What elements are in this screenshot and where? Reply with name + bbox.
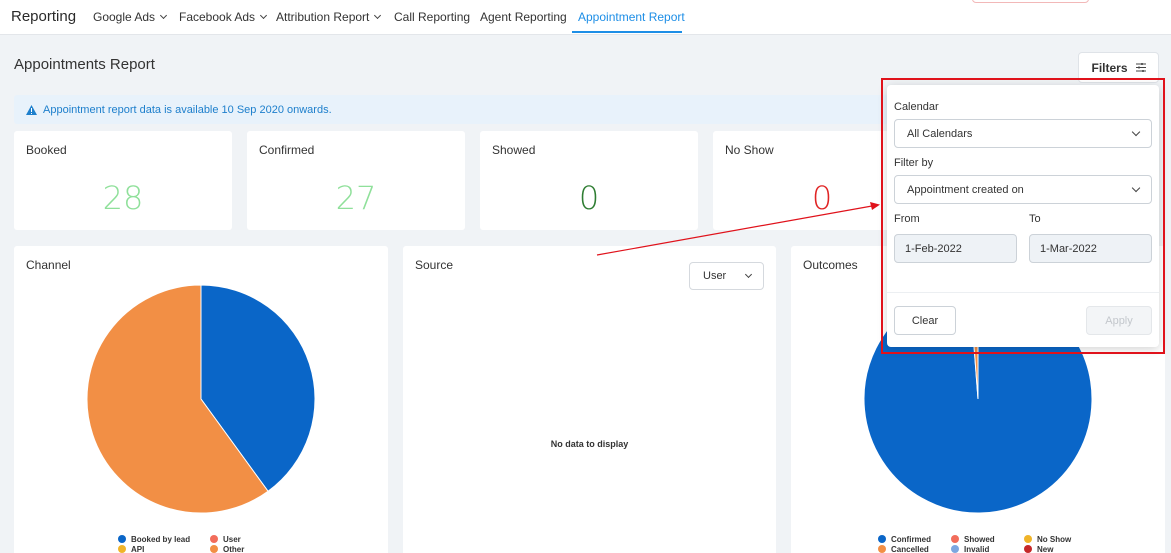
nav-label: Agent Reporting xyxy=(480,10,567,24)
stat-label: Booked xyxy=(26,143,67,157)
legend-label: Invalid xyxy=(964,545,990,553)
nav-label: Call Reporting xyxy=(394,10,471,24)
select-value: User xyxy=(703,270,727,282)
chevron-down-icon xyxy=(1131,183,1141,193)
legend-label: Cancelled xyxy=(891,545,929,553)
filters-label: Filters xyxy=(1091,60,1128,75)
legend-item[interactable]: API xyxy=(118,545,144,553)
top-right-button[interactable] xyxy=(972,0,1089,3)
info-notice: Appointment report data is available 10 … xyxy=(14,95,914,124)
stat-card-booked: Booked 28 xyxy=(14,131,232,230)
nav-label: Attribution Report xyxy=(276,10,370,24)
legend-swatch xyxy=(951,545,959,553)
legend-swatch xyxy=(1024,535,1032,543)
nav-call-reporting[interactable]: Call Reporting xyxy=(394,10,470,24)
filter-by-select[interactable]: Appointment created on xyxy=(894,175,1152,204)
legend-swatch xyxy=(878,545,886,553)
legend-swatch xyxy=(118,545,126,553)
chevron-down-icon xyxy=(160,11,168,20)
legend-label: Booked by lead xyxy=(131,535,191,544)
outcomes-legend: Confirmed Showed No Show Cancelled Inval… xyxy=(878,535,1108,553)
nav-attribution-report[interactable]: Attribution Report xyxy=(276,10,382,24)
legend-swatch xyxy=(210,545,218,553)
legend-item[interactable]: Cancelled xyxy=(878,545,929,553)
warning-icon xyxy=(26,104,37,115)
legend-item[interactable]: Booked by lead xyxy=(118,535,190,544)
stat-card-confirmed: Confirmed 27 xyxy=(247,131,465,230)
legend-item[interactable]: No Show xyxy=(1024,535,1071,544)
brand-title: Reporting xyxy=(11,8,77,25)
nav-google-ads[interactable]: Google Ads xyxy=(93,10,168,24)
to-label: To xyxy=(1029,213,1041,225)
stat-value: 27 xyxy=(335,179,377,217)
top-nav: Reporting Google Ads Facebook Ads Attrib… xyxy=(0,0,1171,35)
stat-card-showed: Showed 0 xyxy=(480,131,698,230)
nav-label: Google Ads xyxy=(93,10,156,24)
legend-swatch xyxy=(118,535,126,543)
stat-label: No Show xyxy=(725,143,774,157)
panel-title: Source xyxy=(415,258,454,272)
channel-legend: Booked by lead User API Other xyxy=(118,535,318,553)
legend-swatch xyxy=(951,535,959,543)
no-data-text: No data to display xyxy=(550,439,629,449)
stat-value: 0 xyxy=(578,179,600,217)
chevron-down-icon xyxy=(744,270,753,279)
legend-label: No Show xyxy=(1037,535,1072,544)
stat-label: Confirmed xyxy=(259,143,315,157)
from-label: From xyxy=(894,213,920,225)
legend-label: API xyxy=(131,545,145,553)
stat-value: 28 xyxy=(102,179,144,217)
legend-item[interactable]: Invalid xyxy=(951,545,989,553)
chevron-down-icon xyxy=(374,11,382,20)
legend-label: User xyxy=(223,535,241,544)
nav-agent-reporting[interactable]: Agent Reporting xyxy=(480,10,567,24)
legend-item[interactable]: Other xyxy=(210,545,244,553)
active-tab-indicator xyxy=(572,31,682,33)
calendar-select[interactable]: All Calendars xyxy=(894,119,1152,148)
legend-item[interactable]: Showed xyxy=(951,535,995,544)
chevron-down-icon xyxy=(1131,127,1141,137)
clear-button[interactable]: Clear xyxy=(894,306,956,335)
legend-item[interactable]: Confirmed xyxy=(878,535,931,544)
legend-label: Showed xyxy=(964,535,995,544)
filters-button[interactable]: Filters xyxy=(1078,52,1159,83)
notice-text: Appointment report data is available 10 … xyxy=(43,103,332,116)
legend-label: Other xyxy=(223,545,245,553)
from-date-input[interactable]: 1-Feb-2022 xyxy=(894,234,1017,263)
legend-item[interactable]: User xyxy=(210,535,241,544)
calendar-label: Calendar xyxy=(894,101,939,113)
channel-panel: Channel Booked by lead User API Other xyxy=(14,246,388,553)
page-title: Appointments Report xyxy=(14,56,155,73)
filters-dropdown: Calendar All Calendars Filter by Appoint… xyxy=(887,85,1159,347)
chevron-down-icon xyxy=(260,11,268,20)
legend-swatch xyxy=(878,535,886,543)
nav-facebook-ads[interactable]: Facebook Ads xyxy=(179,10,268,24)
legend-swatch xyxy=(210,535,218,543)
apply-button[interactable]: Apply xyxy=(1086,306,1152,335)
stat-label: Showed xyxy=(492,143,536,157)
nav-label: Appointment Report xyxy=(578,10,685,24)
source-panel: Source User No data to display xyxy=(403,246,776,553)
filter-sliders-icon xyxy=(1135,63,1146,72)
to-date-input[interactable]: 1-Mar-2022 xyxy=(1029,234,1152,263)
channel-pie-chart xyxy=(86,284,316,514)
source-type-select[interactable]: User xyxy=(689,262,764,290)
filter-by-label: Filter by xyxy=(894,157,934,169)
divider xyxy=(887,292,1159,293)
legend-swatch xyxy=(1024,545,1032,553)
legend-item[interactable]: New xyxy=(1024,545,1053,553)
select-value: All Calendars xyxy=(907,127,973,140)
legend-label: Confirmed xyxy=(891,535,931,544)
legend-label: New xyxy=(1037,545,1054,553)
select-value: Appointment created on xyxy=(907,183,1024,196)
nav-label: Facebook Ads xyxy=(179,10,256,24)
nav-appointment-report[interactable]: Appointment Report xyxy=(578,10,685,24)
